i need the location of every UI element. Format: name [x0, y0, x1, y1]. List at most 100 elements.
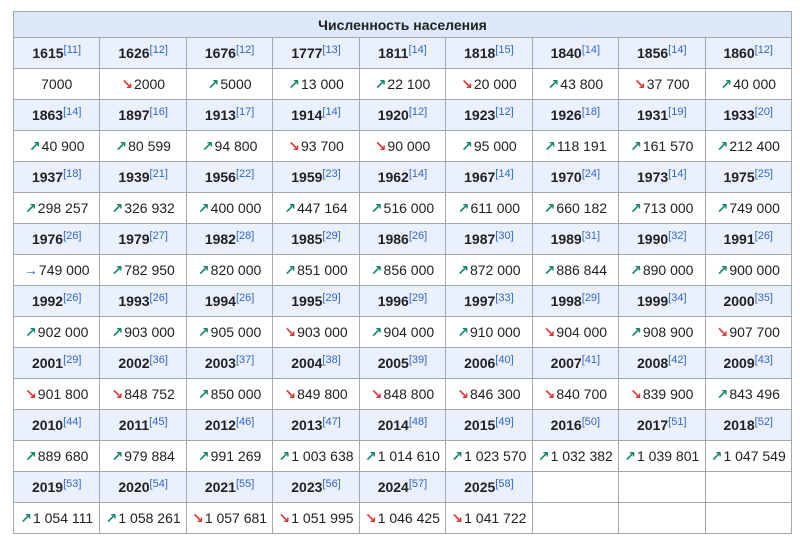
- reference-link[interactable]: [23]: [322, 168, 340, 180]
- reference-link[interactable]: [45]: [149, 416, 167, 428]
- reference-link[interactable]: [42]: [668, 354, 686, 366]
- reference-link[interactable]: [56]: [322, 478, 340, 490]
- population-cell: ↗516 000: [358, 192, 447, 224]
- reference-link[interactable]: [40]: [495, 354, 513, 366]
- reference-link[interactable]: [50]: [582, 416, 600, 428]
- population-value: 611 000: [470, 199, 521, 216]
- population-cell: ↘37 700: [618, 68, 706, 100]
- reference-link[interactable]: [47]: [322, 416, 340, 428]
- reference-link[interactable]: [17]: [236, 106, 254, 118]
- reference-link[interactable]: [19]: [668, 106, 686, 118]
- reference-link[interactable]: [33]: [495, 292, 513, 304]
- population-cell: ↗850 000: [185, 378, 274, 410]
- reference-link[interactable]: [25]: [755, 168, 773, 180]
- reference-link[interactable]: [58]: [495, 478, 513, 490]
- reference-link[interactable]: [26]: [150, 292, 168, 304]
- reference-link[interactable]: [20]: [755, 106, 773, 118]
- reference-link[interactable]: [36]: [150, 354, 168, 366]
- reference-link[interactable]: [14]: [582, 44, 600, 56]
- reference-link[interactable]: [27]: [150, 230, 168, 242]
- population-cell: ↗856 000: [358, 254, 447, 286]
- trend-up-icon: ↗: [544, 137, 556, 154]
- reference-link[interactable]: [14]: [668, 168, 686, 180]
- reference-link[interactable]: [16]: [150, 106, 168, 118]
- year-label: 1933: [723, 107, 755, 123]
- population-value: 93 700: [300, 137, 344, 154]
- reference-link[interactable]: [12]: [755, 44, 773, 56]
- trend-down-icon: ↘: [543, 323, 556, 340]
- reference-link[interactable]: [49]: [495, 416, 513, 428]
- reference-link[interactable]: [37]: [236, 354, 254, 366]
- reference-link[interactable]: [53]: [63, 478, 81, 490]
- year-label: 1959: [291, 169, 323, 185]
- trend-down-icon: ↘: [284, 323, 297, 340]
- reference-link[interactable]: [43]: [755, 354, 773, 366]
- reference-link[interactable]: [41]: [582, 354, 600, 366]
- population-cell: ↗326 932: [99, 192, 187, 224]
- reference-link[interactable]: [57]: [409, 478, 427, 490]
- reference-link[interactable]: [29]: [322, 230, 340, 242]
- year-cell: 1982[28]: [185, 223, 274, 255]
- reference-link[interactable]: [14]: [63, 106, 81, 118]
- population-cell: ↗889 680: [12, 440, 101, 472]
- reference-link[interactable]: [51]: [668, 416, 686, 428]
- year-label: 2020: [118, 479, 150, 495]
- reference-link[interactable]: [29]: [63, 354, 81, 366]
- population-cell: 7000: [12, 68, 101, 100]
- reference-link[interactable]: [31]: [582, 230, 600, 242]
- population-cell: ↘90 000: [358, 130, 447, 162]
- reference-link[interactable]: [14]: [495, 168, 513, 180]
- trend-up-icon: ↗: [20, 509, 32, 526]
- reference-link[interactable]: [22]: [236, 168, 254, 180]
- reference-link[interactable]: [32]: [668, 230, 686, 242]
- reference-link[interactable]: [12]: [236, 44, 254, 56]
- reference-link[interactable]: [26]: [409, 230, 427, 242]
- reference-link[interactable]: [12]: [495, 106, 513, 118]
- population-cell: ↘846 300: [445, 378, 533, 410]
- population-cell: ↗40 900: [12, 130, 101, 162]
- reference-link[interactable]: [39]: [409, 354, 427, 366]
- reference-link[interactable]: [29]: [322, 292, 340, 304]
- year-cell: 1990[32]: [618, 223, 706, 255]
- reference-link[interactable]: [14]: [408, 44, 426, 56]
- reference-link[interactable]: [26]: [63, 292, 81, 304]
- reference-link[interactable]: [14]: [409, 168, 427, 180]
- reference-link[interactable]: [26]: [63, 230, 81, 242]
- year-cell: 2005[39]: [358, 347, 447, 379]
- reference-link[interactable]: [30]: [495, 230, 513, 242]
- year-cell: 2020[54]: [99, 471, 187, 503]
- reference-link[interactable]: [11]: [64, 44, 82, 56]
- reference-link[interactable]: [38]: [322, 354, 340, 366]
- reference-link[interactable]: [13]: [322, 44, 340, 56]
- reference-link[interactable]: [14]: [322, 106, 340, 118]
- reference-link[interactable]: [54]: [150, 478, 168, 490]
- population-value: 843 496: [729, 385, 780, 402]
- reference-link[interactable]: [44]: [63, 416, 81, 428]
- reference-link[interactable]: [12]: [409, 106, 427, 118]
- reference-link[interactable]: [28]: [236, 230, 254, 242]
- reference-link[interactable]: [46]: [236, 416, 254, 428]
- reference-link[interactable]: [55]: [236, 478, 254, 490]
- reference-link[interactable]: [18]: [582, 106, 600, 118]
- reference-link[interactable]: [48]: [409, 416, 427, 428]
- population-value: 118 191: [556, 137, 607, 154]
- year-label: 1923: [464, 107, 496, 123]
- reference-link[interactable]: [14]: [668, 44, 686, 56]
- reference-link[interactable]: [29]: [582, 292, 600, 304]
- reference-link[interactable]: [26]: [755, 230, 773, 242]
- reference-link[interactable]: [18]: [63, 168, 81, 180]
- reference-link[interactable]: [52]: [755, 416, 773, 428]
- reference-link[interactable]: [26]: [236, 292, 254, 304]
- year-label: 1931: [637, 107, 669, 123]
- year-row: 1937[18] 1939[21] 1956[22] 1959[23] 1962[14]…: [12, 161, 792, 193]
- reference-link[interactable]: [24]: [582, 168, 600, 180]
- reference-link[interactable]: [12]: [150, 44, 168, 56]
- reference-link[interactable]: [34]: [668, 292, 686, 304]
- year-cell: 1987[30]: [445, 223, 533, 255]
- reference-link[interactable]: [29]: [409, 292, 427, 304]
- trend-up-icon: ↗: [716, 261, 729, 278]
- reference-link[interactable]: [35]: [755, 292, 773, 304]
- reference-link[interactable]: [21]: [150, 168, 168, 180]
- population-cell: ↗904 000: [358, 316, 447, 348]
- reference-link[interactable]: [15]: [495, 44, 513, 56]
